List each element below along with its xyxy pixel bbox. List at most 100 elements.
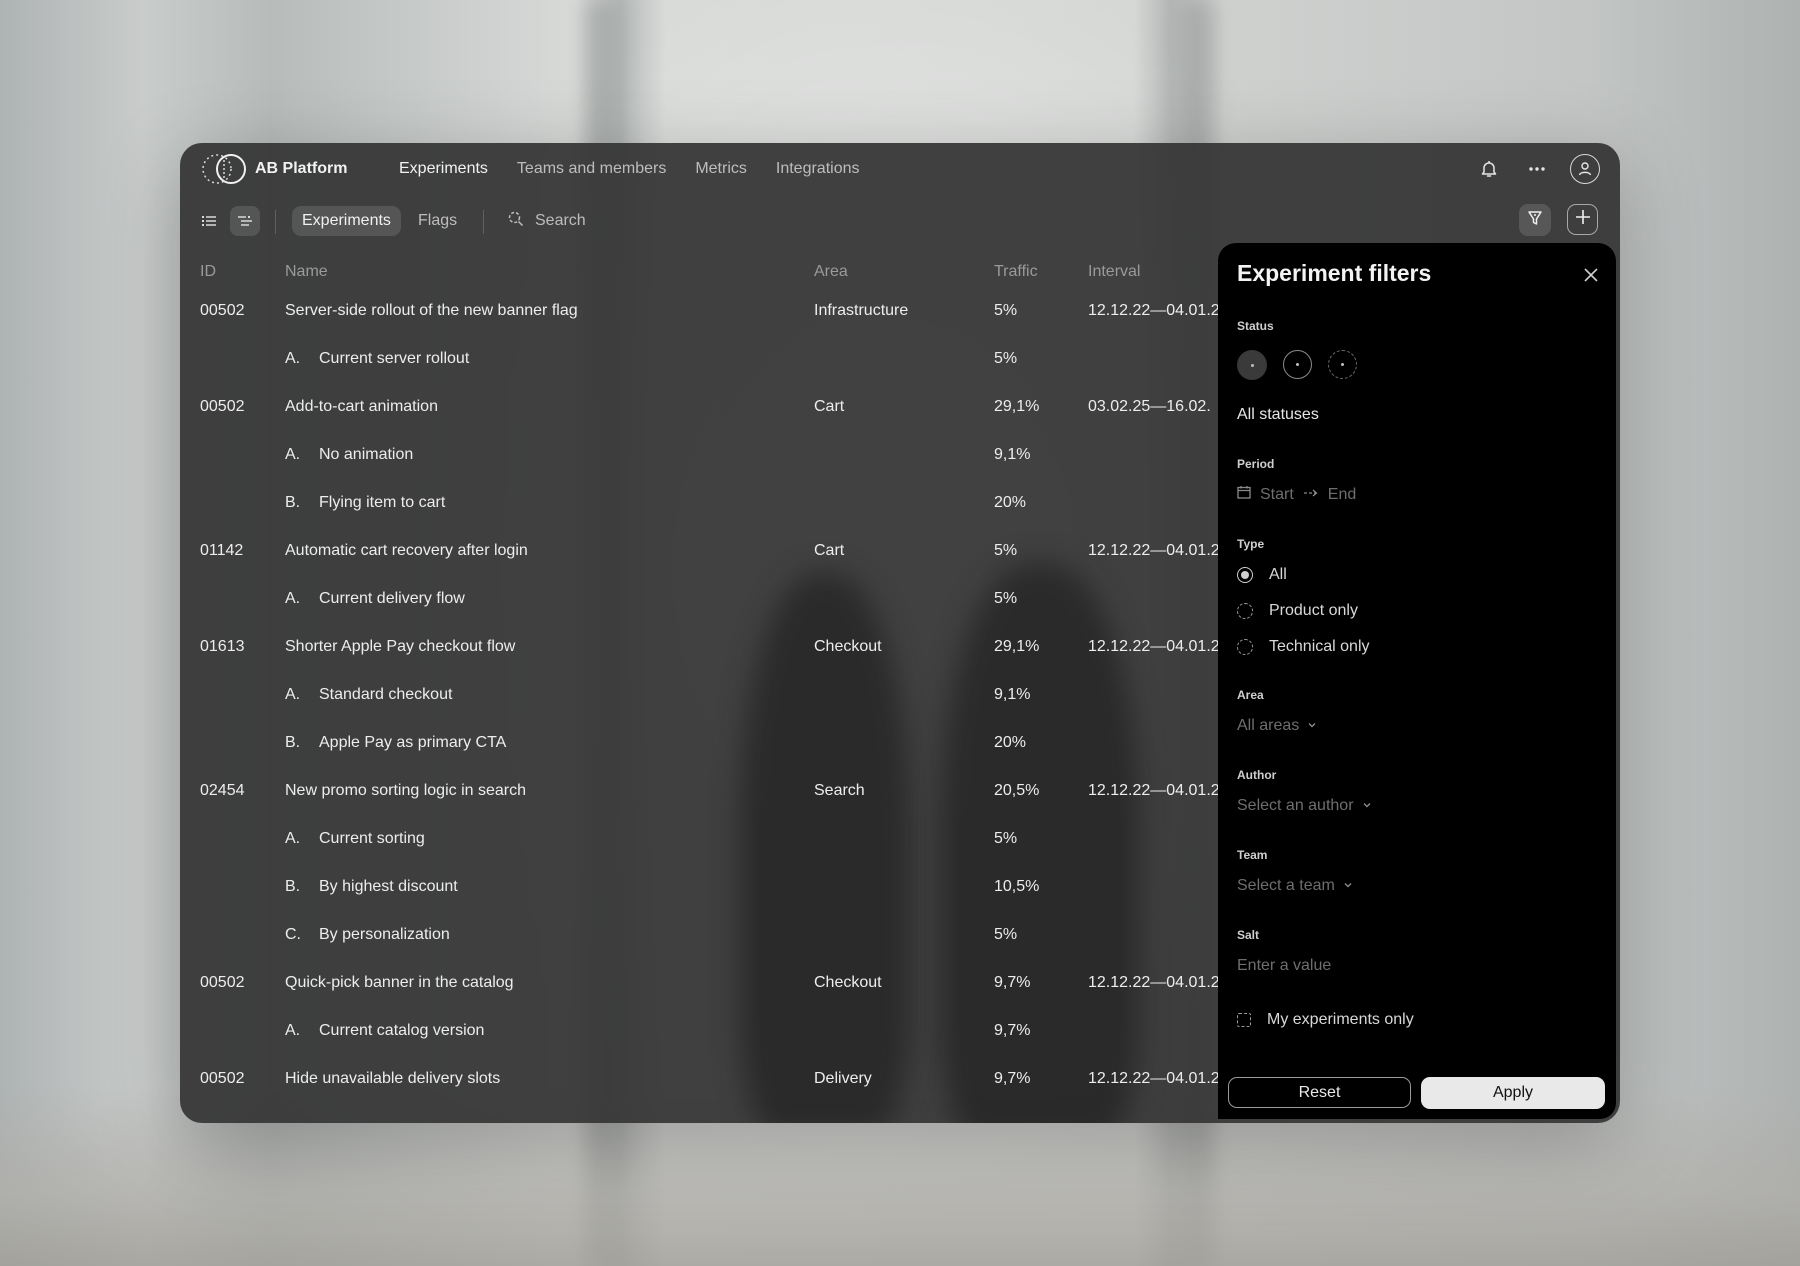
variant-name: Flying item to cart xyxy=(319,494,446,511)
logo-icon[interactable] xyxy=(200,152,248,186)
period-start[interactable]: Start xyxy=(1260,486,1294,504)
type-option-technical[interactable]: Technical only xyxy=(1237,638,1370,656)
variant-row[interactable]: A. Standard checkout 9,1% xyxy=(180,671,1220,719)
checkbox-icon xyxy=(1237,1013,1251,1027)
status-finished-option[interactable] xyxy=(1328,350,1357,379)
row-traffic: 5% xyxy=(994,542,1018,559)
row-interval: 12.12.22—04.01.2 xyxy=(1088,974,1220,991)
row-id: 01613 xyxy=(200,638,245,655)
table-row[interactable]: 02454 New promo sorting logic in search Se… xyxy=(180,767,1220,815)
radio-icon xyxy=(1237,639,1253,655)
variant-letter: A. xyxy=(285,350,301,367)
apply-button[interactable]: Apply xyxy=(1421,1077,1605,1109)
nav-item-experiments[interactable]: Experiments xyxy=(399,160,488,178)
brand-name: AB Platform xyxy=(255,160,348,177)
bell-icon[interactable] xyxy=(1474,154,1504,184)
nav-item-teams[interactable]: Teams and members xyxy=(517,160,666,178)
reset-button[interactable]: Reset xyxy=(1228,1077,1411,1108)
variant-traffic: 5% xyxy=(994,590,1018,607)
toolbar: Experiments Flags Search xyxy=(180,201,1620,243)
row-name: Quick-pick banner in the catalog xyxy=(285,974,514,991)
table-row[interactable]: 00502 Server-side rollout of the new bann… xyxy=(180,287,1220,335)
variant-row[interactable]: B. Flying item to cart 20% xyxy=(180,479,1220,527)
variant-letter: B. xyxy=(285,878,301,895)
user-icon[interactable] xyxy=(1570,154,1600,184)
row-traffic: 5% xyxy=(994,302,1018,319)
variant-letter: A. xyxy=(285,446,301,463)
variant-letter: B. xyxy=(285,734,301,751)
variant-row[interactable]: A. Current catalog version 9,7% xyxy=(180,1007,1220,1055)
table-row[interactable]: 00502 Quick-pick banner in the catalog Che… xyxy=(180,959,1220,1007)
type-option-label: All xyxy=(1269,566,1287,583)
variant-row[interactable]: B. By highest discount 10,5% xyxy=(180,863,1220,911)
period-picker[interactable]: Start End xyxy=(1237,485,1356,504)
period-label: Period xyxy=(1237,457,1275,471)
status-draft-option[interactable] xyxy=(1283,350,1312,379)
column-header-area[interactable]: Area xyxy=(814,263,848,281)
row-interval: 12.12.22—04.01.2 xyxy=(1088,1070,1220,1087)
author-select[interactable]: Select an author xyxy=(1237,797,1372,815)
status-label: Status xyxy=(1237,319,1274,333)
variant-row[interactable]: A. Current delivery flow 5% xyxy=(180,575,1220,623)
period-end[interactable]: End xyxy=(1328,486,1356,504)
row-traffic: 29,1% xyxy=(994,398,1040,415)
search-input[interactable]: Search xyxy=(507,206,586,236)
column-header-id[interactable]: ID xyxy=(200,263,216,281)
column-header-interval[interactable]: Interval xyxy=(1088,263,1140,281)
row-id: 00502 xyxy=(200,1070,245,1087)
app-window: AB Platform Experiments Teams and member… xyxy=(180,143,1620,1123)
row-name: New promo sorting logic in search xyxy=(285,782,526,799)
column-header-traffic[interactable]: Traffic xyxy=(994,263,1038,281)
table-row[interactable]: 00502 Add-to-cart animation Cart 29,1% 03.02… xyxy=(180,383,1220,431)
filter-button[interactable] xyxy=(1519,204,1551,236)
variant-letter: A. xyxy=(285,590,301,607)
more-icon[interactable] xyxy=(1522,154,1552,184)
type-option-all[interactable]: All xyxy=(1237,566,1287,584)
nav-item-metrics[interactable]: Metrics xyxy=(695,160,747,178)
variant-row[interactable]: C. By personalization 5% xyxy=(180,911,1220,959)
chevron-down-icon xyxy=(1307,717,1317,735)
salt-input[interactable]: Enter a value xyxy=(1237,957,1331,975)
table-row[interactable]: 01613 Shorter Apple Pay checkout flow Chec… xyxy=(180,623,1220,671)
team-select[interactable]: Select a team xyxy=(1237,877,1353,895)
close-icon[interactable] xyxy=(1581,265,1601,285)
variant-name: By personalization xyxy=(319,926,450,943)
add-experiment-button[interactable] xyxy=(1567,204,1598,235)
variant-name: Current delivery flow xyxy=(319,590,465,607)
my-experiments-checkbox[interactable]: My experiments only xyxy=(1237,1011,1414,1029)
table-row[interactable]: 00502 Hide unavailable delivery slots Deli… xyxy=(180,1055,1220,1103)
variant-traffic: 9,1% xyxy=(994,686,1031,703)
row-traffic: 9,7% xyxy=(994,974,1031,991)
row-name: Automatic cart recovery after login xyxy=(285,542,528,559)
type-option-label: Product only xyxy=(1269,602,1358,619)
type-option-product[interactable]: Product only xyxy=(1237,602,1358,620)
arrow-right-icon xyxy=(1303,486,1319,504)
nav-item-integrations[interactable]: Integrations xyxy=(776,160,860,178)
variant-row[interactable]: B. Apple Pay as primary CTA 20% xyxy=(180,719,1220,767)
variant-name: By highest discount xyxy=(319,878,458,895)
calendar-icon xyxy=(1237,485,1251,504)
tree-view-icon[interactable] xyxy=(230,206,260,236)
variant-letter: B. xyxy=(285,494,301,511)
row-name: Add-to-cart animation xyxy=(285,398,438,415)
table-row[interactable]: 01142 Automatic cart recovery after login… xyxy=(180,527,1220,575)
row-interval: 12.12.22—04.01.2 xyxy=(1088,638,1220,655)
filter-icon xyxy=(1526,209,1544,232)
tab-experiments[interactable]: Experiments xyxy=(292,206,401,236)
column-header-name[interactable]: Name xyxy=(285,263,328,281)
row-traffic: 20,5% xyxy=(994,782,1040,799)
variant-row[interactable]: A. Current server rollout 5% xyxy=(180,335,1220,383)
status-value: All statuses xyxy=(1237,406,1319,423)
list-view-icon[interactable] xyxy=(194,206,224,236)
top-navigation: AB Platform Experiments Teams and member… xyxy=(180,143,1620,195)
status-running-option[interactable] xyxy=(1237,350,1267,380)
area-select[interactable]: All areas xyxy=(1237,717,1317,735)
variant-row[interactable]: A. Current sorting 5% xyxy=(180,815,1220,863)
team-label: Team xyxy=(1237,848,1268,862)
variant-name: Current sorting xyxy=(319,830,425,847)
row-area: Cart xyxy=(814,542,845,559)
tab-flags[interactable]: Flags xyxy=(408,206,467,236)
variant-row[interactable]: A. No animation 9,1% xyxy=(180,431,1220,479)
row-interval: 12.12.22—04.01.2 xyxy=(1088,302,1220,319)
area-select-value: All areas xyxy=(1237,717,1300,734)
